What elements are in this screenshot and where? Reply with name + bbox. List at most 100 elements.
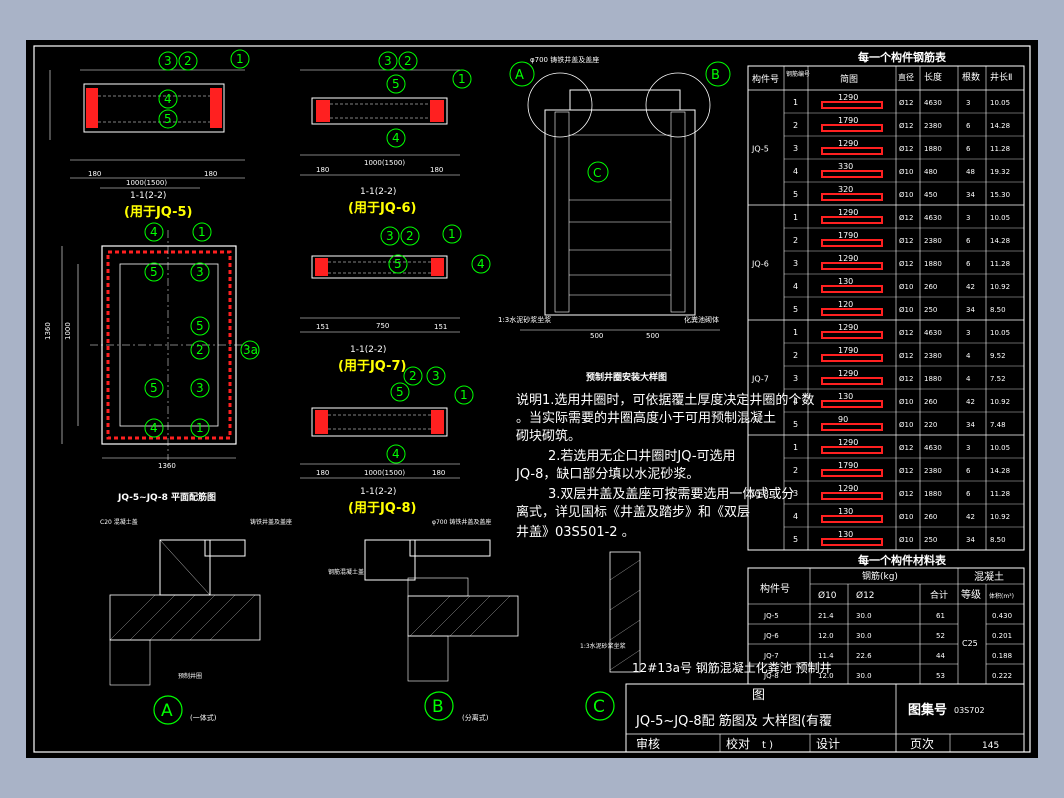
sec3-dim-main: 750 [376, 322, 389, 330]
note-line-4: 2.若选用无企口井圈时JQ-可选用 [548, 448, 736, 464]
rebar-cell-count: 34 [966, 536, 975, 544]
plan-dim-bottom: 1360 [158, 462, 176, 470]
rebar-cell-count: 42 [966, 398, 975, 406]
rebar-cell-len: 2380 [924, 237, 942, 245]
sec1-title: 1-1(2-2) [130, 191, 166, 201]
title-line-1: 12#13a号 钢筋混凝土化粪池 预制井 [632, 660, 832, 675]
note-line-8: 井盖》03S501-2 。 [516, 525, 635, 540]
rebar-cell-len: 480 [924, 168, 937, 176]
rebar-cell-count: 6 [966, 467, 971, 475]
material-cell-sum: 61 [936, 612, 945, 620]
rebar-cell-no: 5 [793, 305, 798, 314]
rebar-cell-shape: 1790 [838, 116, 858, 125]
rebar-cell-shape: 1290 [838, 93, 858, 102]
cad-drawing-viewport[interactable]: 1000(1500) 180 180 1-1(2-2) (用于JQ-5) 3 2… [0, 0, 1064, 798]
detail-b-marker: B [432, 697, 444, 717]
material-h-sum: 合计 [930, 589, 948, 601]
rebar-cell-count: 34 [966, 306, 975, 314]
material-cell-d10: 11.4 [818, 652, 834, 660]
material-grade-value: C25 [962, 639, 978, 648]
rebar-cell-shape: 120 [838, 300, 853, 309]
rebar-cell-len: 1880 [924, 145, 942, 153]
rebar-cell-dia: Ø12 [899, 490, 913, 498]
material-h-d12: Ø12 [856, 590, 875, 601]
rebar-cell-total: 14.28 [990, 467, 1010, 475]
design-label: 设计 [816, 737, 840, 751]
rebar-cell-dia: Ø12 [899, 375, 913, 383]
detail-a-marker: A [161, 701, 173, 721]
svg-text:4: 4 [392, 447, 400, 461]
svg-text:4: 4 [150, 421, 158, 435]
svg-text:5: 5 [150, 381, 158, 395]
svg-text:1: 1 [198, 225, 206, 239]
material-cell-part: JQ-5 [763, 612, 779, 620]
rebar-cell-dia: Ø10 [899, 306, 913, 314]
rebar-cell-dia: Ø10 [899, 168, 913, 176]
rebar-cell-count: 6 [966, 122, 971, 130]
rebar-cell-total: 19.32 [990, 168, 1010, 176]
rebar-cell-dia: Ø12 [899, 444, 913, 452]
sec3-caption: (用于JQ-7) [338, 359, 406, 374]
plan-title: JQ-5~JQ-8 平面配筋图 [117, 491, 216, 503]
svg-text:3: 3 [384, 54, 392, 68]
rebar-cell-no: 1 [793, 328, 798, 337]
svg-text:5: 5 [164, 112, 172, 126]
sec3-dim-left: 151 [316, 323, 329, 331]
svg-text:2: 2 [409, 369, 417, 383]
svg-text:5: 5 [396, 385, 404, 399]
rebar-h-count: 根数 [962, 71, 980, 83]
material-cell-d10: 12.0 [818, 632, 834, 640]
rebar-cell-count: 34 [966, 191, 975, 199]
rebar-cell-no: 4 [793, 282, 798, 291]
rebar-cell-no: 4 [793, 167, 798, 176]
rebar-cell-len: 260 [924, 513, 937, 521]
rebar-cell-no: 1 [793, 213, 798, 222]
rebar-cell-no: 3 [793, 489, 798, 498]
rebar-cell-len: 1880 [924, 375, 942, 383]
rebar-cell-len: 2380 [924, 122, 942, 130]
check-extra: t ) [762, 740, 773, 751]
svg-text:5: 5 [394, 257, 402, 271]
rebar-cell-dia: Ø12 [899, 260, 913, 268]
rebar-cell-dia: Ø10 [899, 421, 913, 429]
sec4-dim-right: 180 [432, 469, 445, 477]
rebar-cell-len: 4630 [924, 214, 942, 222]
install-left-label: 1:3水泥砂浆坐浆 [498, 315, 551, 324]
rebar-cell-total: 10.92 [990, 398, 1010, 406]
material-h-grade: 等级 [961, 588, 981, 601]
rebar-cell-total: 11.28 [990, 490, 1010, 498]
svg-text:2: 2 [184, 54, 192, 68]
rebar-cell-no: 3 [793, 259, 798, 268]
rebar-cell-shape: 130 [838, 507, 853, 516]
material-cell-part: JQ-7 [763, 652, 779, 660]
detail-a-label-low: 预制井圈 [178, 672, 202, 680]
rebar-cell-dia: Ø10 [899, 398, 913, 406]
rebar-cell-total: 10.05 [990, 329, 1010, 337]
rebar-cell-len: 2380 [924, 467, 942, 475]
rebar-cell-no: 4 [793, 512, 798, 521]
rebar-cell-len: 2380 [924, 352, 942, 360]
note-line-5: JQ-8，缺口部分填以水泥砂浆。 [515, 467, 699, 482]
svg-text:4: 4 [150, 225, 158, 239]
material-cell-volume: 0.201 [992, 632, 1012, 640]
rebar-table-title: 每一个构件钢筋表 [858, 50, 947, 64]
rebar-cell-total: 10.05 [990, 444, 1010, 452]
material-h-part: 构件号 [760, 582, 790, 595]
rebar-cell-no: 2 [793, 236, 798, 245]
rebar-cell-count: 42 [966, 283, 975, 291]
rebar-group-name: JQ-7 [751, 375, 769, 384]
rebar-cell-count: 6 [966, 145, 971, 153]
sec2-dim-left: 180 [316, 166, 329, 174]
material-cell-d10: 21.4 [818, 612, 834, 620]
sec3-dim-right: 151 [434, 323, 447, 331]
detail-a-label-mid: 铸铁井盖及盖座 [250, 518, 292, 526]
svg-text:4: 4 [477, 257, 485, 271]
svg-text:1: 1 [236, 52, 244, 66]
svg-text:5: 5 [196, 319, 204, 333]
rebar-cell-total: 10.05 [990, 99, 1010, 107]
svg-text:3: 3 [164, 54, 172, 68]
rebar-cell-no: 2 [793, 121, 798, 130]
install-title: 预制井圈安装大样图 [586, 371, 667, 383]
svg-text:3a: 3a [243, 343, 258, 357]
rebar-cell-no: 5 [793, 190, 798, 199]
